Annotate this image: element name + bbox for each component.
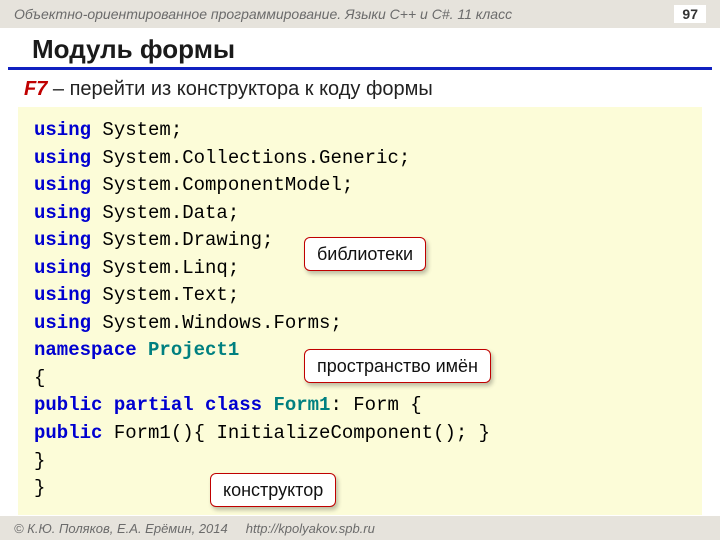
subtitle: F7 – перейти из конструктора к коду форм… [0,76,720,107]
hotkey-label: F7 [24,78,47,100]
code-line: } [34,448,686,476]
slide-title: Модуль формы [8,28,712,70]
slide-header: Объектно-ориентированное программировани… [0,0,720,28]
code-line: using System.Collections.Generic; [34,145,686,173]
page-number: 97 [674,5,706,23]
code-line: using System.ComponentModel; [34,172,686,200]
code-line: public partial class Form1: Form { [34,392,686,420]
code-line: using System; [34,117,686,145]
code-line: using System.Windows.Forms; [34,310,686,338]
code-line: public Form1(){ InitializeComponent(); } [34,420,686,448]
callout-constructor: конструктор [210,473,336,507]
footer-url: http://kpolyakov.spb.ru [246,521,375,536]
code-line: using System.Text; [34,282,686,310]
code-line: using System.Data; [34,200,686,228]
callout-namespace: пространство имён [304,349,491,383]
copyright: © К.Ю. Поляков, Е.А. Ерёмин, 2014 [14,521,228,536]
code-block: using System; using System.Collections.G… [18,107,702,515]
callout-libraries: библиотеки [304,237,426,271]
slide-footer: © К.Ю. Поляков, Е.А. Ерёмин, 2014 http:/… [0,516,720,540]
subtitle-text: – перейти из конструктора к коду формы [47,78,432,100]
code-line: } [34,475,686,503]
course-title: Объектно-ориентированное программировани… [14,6,512,22]
